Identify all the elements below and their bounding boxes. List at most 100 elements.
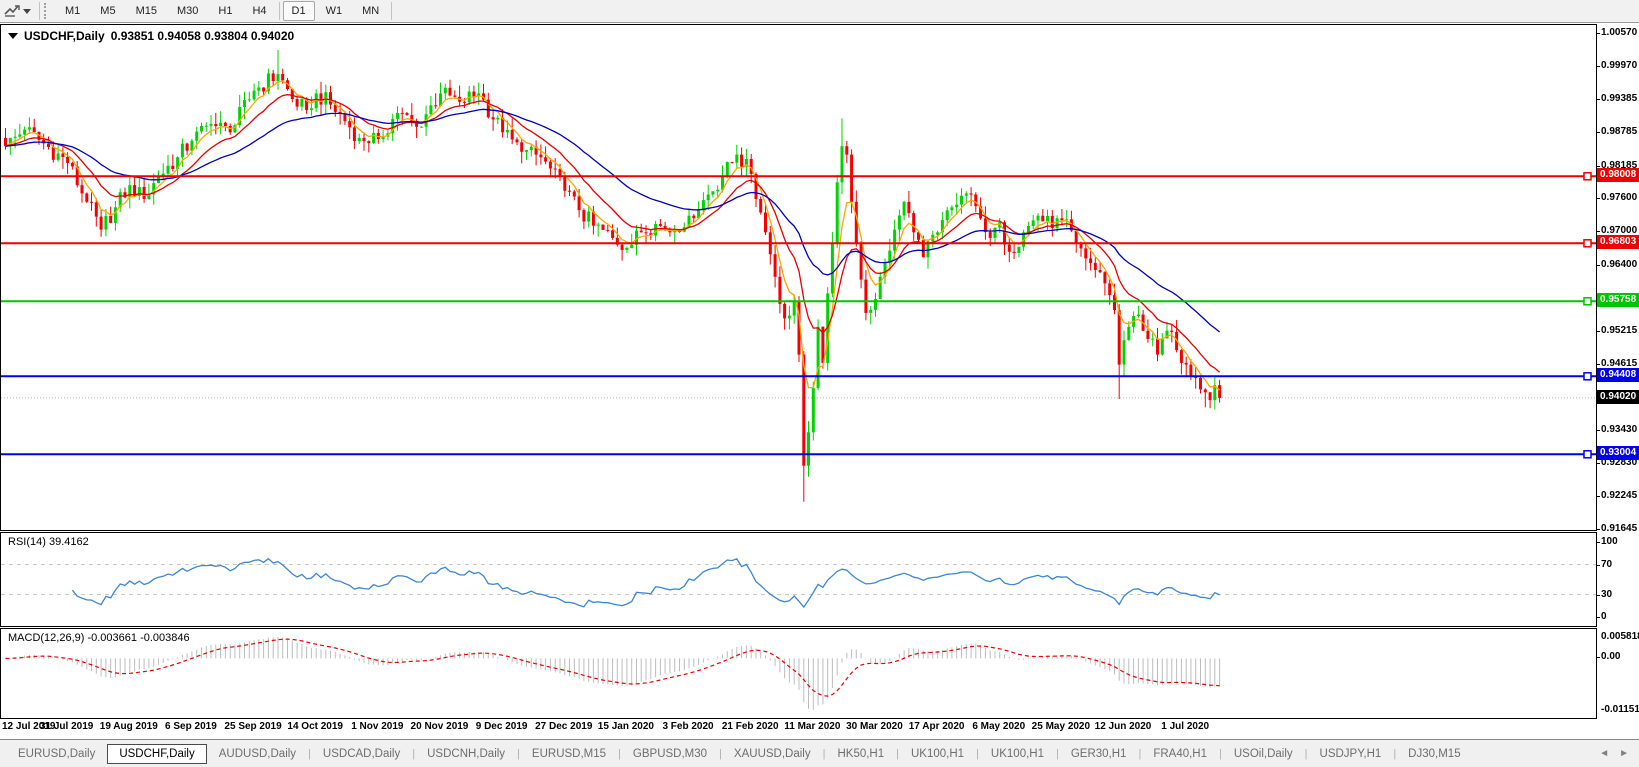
macd-axis-tick: [1596, 657, 1600, 659]
rsi-axis-tick: [1596, 564, 1600, 566]
macd-axis-label-min: -0.011514: [1601, 704, 1639, 715]
price-axis-tick: [1596, 363, 1600, 365]
date-axis-label: 30 Mar 2020: [846, 721, 903, 732]
chart-tab-ger30-h1[interactable]: GER30,H1: [1059, 744, 1139, 764]
price-axis-label: 0.92245: [1601, 489, 1638, 501]
rsi-axis-tick: [1596, 542, 1600, 543]
timeframe-button-w1[interactable]: W1: [317, 1, 352, 21]
chart-tab-usdchf-daily[interactable]: USDCHF,Daily: [107, 743, 207, 764]
chart-tab-eurusd-m15[interactable]: EURUSD,M15: [520, 744, 618, 764]
chart-tab-uk100-h1[interactable]: UK100,H1: [899, 744, 976, 764]
date-axis-label: 1 Nov 2019: [351, 721, 404, 732]
date-axis-label: 6 May 2020: [972, 721, 1026, 732]
timeframe-button-m30[interactable]: M30: [168, 1, 207, 21]
toolbar-separator: [39, 2, 40, 20]
chart-tab-uk100-h1[interactable]: UK100,H1: [979, 744, 1056, 764]
line-anchor-handle[interactable]: [1583, 297, 1592, 306]
price-axis-label: 0.96400: [1601, 258, 1638, 270]
chart-tab-bar: EURUSD,Daily USDCHF,Daily AUDUSD,Daily | USD…: [0, 739, 1639, 767]
date-axis-label: 6 Sep 2019: [165, 721, 217, 732]
chart-tab-xauusd-daily[interactable]: XAUUSD,Daily: [722, 744, 823, 764]
timeframe-button-h1[interactable]: H1: [209, 1, 241, 21]
date-axis-label: 19 Aug 2019: [99, 721, 158, 732]
chart-tab-eurusd-daily[interactable]: EURUSD,Daily: [6, 744, 107, 764]
chart-tab-usdcad-daily[interactable]: USDCAD,Daily: [311, 744, 412, 764]
price-axis-tick: [1596, 33, 1600, 34]
timeframe-button-m1[interactable]: M1: [56, 1, 89, 21]
price-axis-tick: [1596, 66, 1600, 68]
rsi-line: [71, 557, 1220, 609]
price-axis-label: 0.94615: [1601, 357, 1638, 369]
price-axis-label: 0.95215: [1601, 324, 1638, 336]
macd-axis-label-zero: 0.00: [1601, 651, 1621, 663]
macd-pane[interactable]: MACD(12,26,9) -0.003661 -0.003846: [0, 628, 1597, 719]
price-axis-tick: [1596, 231, 1600, 233]
date-axis-label: 27 Dec 2019: [535, 721, 593, 732]
line-anchor-handle[interactable]: [1583, 172, 1592, 181]
dropdown-caret-icon[interactable]: [23, 8, 31, 14]
rsi-axis-tick: [1596, 594, 1600, 596]
price-axis-tick: [1596, 463, 1600, 464]
price-axis-tick: [1596, 264, 1600, 266]
date-axis-label: 20 Nov 2019: [410, 721, 469, 732]
date-axis-label: 25 Sep 2019: [224, 721, 282, 732]
chart-tab-gbpusd-m30[interactable]: GBPUSD,M30: [621, 744, 719, 764]
rsi-axis-label: 30: [1601, 588, 1613, 600]
price-level-badge: 0.95758: [1597, 293, 1639, 308]
price-axis-label: 0.91645: [1601, 522, 1638, 534]
timeframe-button-h4[interactable]: H4: [243, 1, 275, 21]
rsi-label: RSI(14) 39.4162: [8, 536, 89, 548]
toolbar-separator: [391, 2, 393, 20]
chart-tool-icon[interactable]: [3, 3, 21, 19]
toolbar-separator: [278, 2, 280, 20]
line-anchor-handle[interactable]: [1583, 372, 1592, 381]
timeframe-button-m15[interactable]: M15: [127, 1, 166, 21]
toolbar-grip[interactable]: [44, 3, 50, 19]
chart-tab-usdcnh-daily[interactable]: USDCNH,Daily: [415, 744, 517, 764]
rsi-pane[interactable]: RSI(14) 39.4162: [0, 532, 1597, 627]
macd-histogram: [9, 637, 1221, 710]
price-axis-tick: [1596, 165, 1600, 167]
timeframe-button-d1[interactable]: D1: [282, 1, 315, 21]
date-axis-label: 9 Dec 2019: [475, 721, 528, 732]
chart-tab-fra40-h1[interactable]: FRA40,H1: [1141, 744, 1219, 764]
price-axis-label: 0.99970: [1601, 60, 1638, 72]
chart-tab-audusd-daily[interactable]: AUDUSD,Daily: [207, 744, 308, 764]
price-axis-tick: [1596, 330, 1600, 332]
price-axis-tick: [1596, 98, 1600, 100]
chart-tab-hk50-h1[interactable]: HK50,H1: [825, 744, 896, 764]
date-axis-label: 15 Jan 2020: [597, 721, 654, 732]
date-axis-label: 11 Mar 2020: [784, 721, 841, 732]
price-level-badge: 0.93004: [1597, 446, 1639, 461]
date-axis-label: 3 Feb 2020: [662, 721, 714, 732]
rsi-axis-label: 0: [1601, 611, 1607, 622]
timeframe-toolbar: M1 M5 M15 M30 H1 H4 D1 W1 MN: [0, 0, 1639, 23]
price-axis-tick: [1596, 528, 1600, 530]
rsi-axis-label: 70: [1601, 558, 1613, 570]
macd-label: MACD(12,26,9) -0.003661 -0.003846: [8, 632, 190, 644]
chart-title: USDCHF,Daily 0.93851 0.94058 0.93804 0.9…: [8, 29, 294, 43]
price-level-badge: 0.94020: [1597, 389, 1639, 404]
timeframe-button-m5[interactable]: M5: [91, 1, 124, 21]
collapse-triangle-icon[interactable]: [8, 33, 18, 39]
chart-symbol-label: USDCHF,Daily: [24, 29, 105, 43]
line-anchor-handle[interactable]: [1583, 239, 1592, 248]
tab-scroll-left-icon[interactable]: ◄: [1599, 748, 1609, 759]
main-chart-pane[interactable]: USDCHF,Daily 0.93851 0.94058 0.93804 0.9…: [0, 24, 1597, 531]
line-anchor-handle[interactable]: [1583, 450, 1592, 459]
trading-terminal-window: M1 M5 M15 M30 H1 H4 D1 W1 MN USDCHF,Daily 0.9385…: [0, 0, 1639, 767]
price-axis-label: 0.97600: [1601, 192, 1638, 203]
timeframe-button-mn[interactable]: MN: [353, 1, 388, 21]
chart-tab-usdjpy-h1[interactable]: USDJPY,H1: [1308, 744, 1394, 764]
chart-tab-usoil-daily[interactable]: USOil,Daily: [1222, 744, 1305, 764]
price-axis-tick: [1596, 198, 1600, 199]
candlesticks: [4, 50, 1222, 502]
date-axis-label: 1 Jul 2020: [1161, 721, 1210, 732]
rsi-axis-tick: [1596, 617, 1600, 618]
price-axis-tick: [1596, 495, 1600, 497]
price-axis-label: 0.99385: [1601, 92, 1638, 104]
tab-scroll-right-icon[interactable]: ►: [1619, 748, 1629, 759]
chart-tab-dj30-m15[interactable]: DJ30,M15: [1396, 744, 1472, 764]
moving-average-34: [5, 108, 1221, 333]
chart-ohlc-values: 0.93851 0.94058 0.93804 0.94020: [110, 29, 295, 43]
